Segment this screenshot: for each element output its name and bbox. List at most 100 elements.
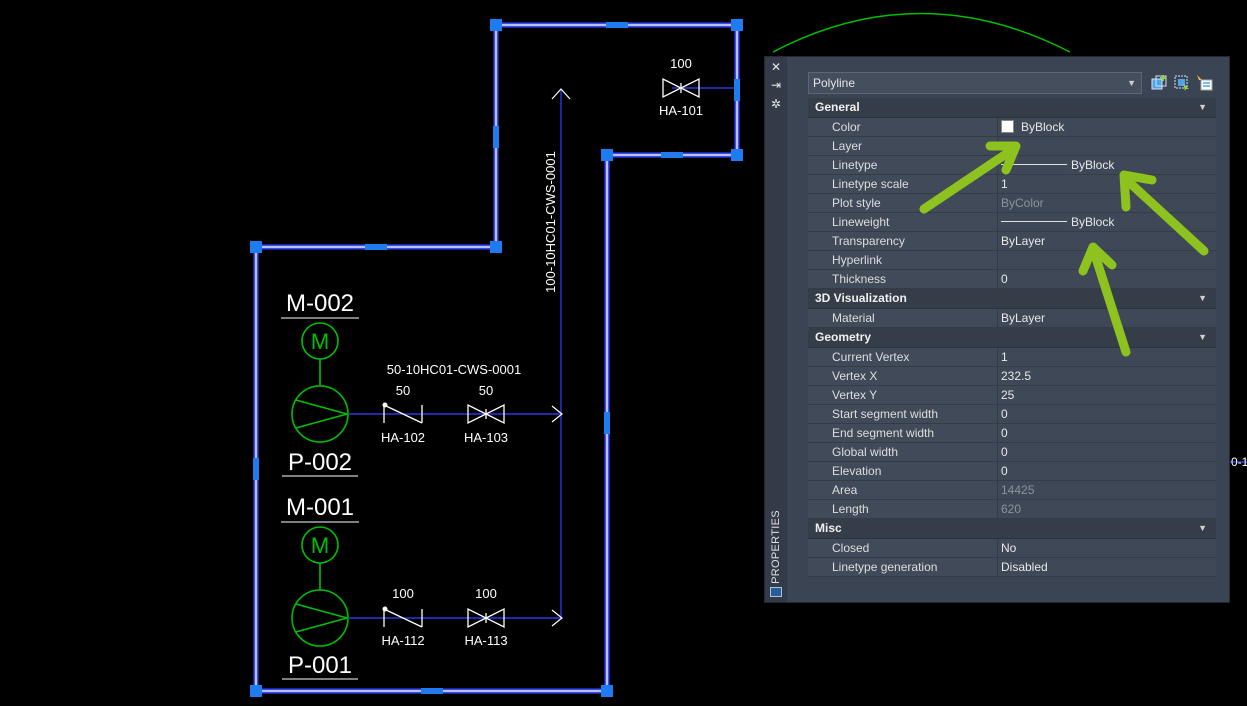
midpoint-grip [661,152,683,158]
vertex-grip [490,241,502,253]
property-row[interactable]: Hyperlink [808,251,1216,270]
property-value-text: ByColor [1001,196,1044,210]
property-label: Material [808,309,998,327]
property-value-text: ByLayer [1001,311,1046,325]
property-value[interactable] [998,137,1216,155]
property-row[interactable]: End segment width 0 [808,424,1216,443]
property-row[interactable]: Linetype scale 1 [808,175,1216,194]
property-label: Thickness [808,270,998,288]
property-value[interactable]: ByLayer [998,309,1216,327]
property-row[interactable]: Vertex Y 25 [808,386,1216,405]
property-value[interactable]: 0 [998,443,1216,461]
property-value[interactable]: No [998,539,1216,557]
category-header[interactable]: General ▼ [808,98,1216,118]
property-label: Linetype generation [808,558,998,576]
property-value[interactable]: 0 [998,462,1216,480]
property-row[interactable]: Material ByLayer [808,309,1216,328]
category-name: General [815,100,860,114]
property-label: Transparency [808,232,998,250]
toggle-pickadd-icon[interactable] [1150,74,1168,92]
select-objects-icon[interactable] [1173,74,1191,92]
property-label: Plot style [808,194,998,212]
property-value[interactable]: 14425 [998,481,1216,499]
property-value-text: 620 [1001,502,1022,516]
property-value-text: ByLayer [1001,234,1046,248]
property-row[interactable]: Linetype generation Disabled [808,558,1216,577]
category-header[interactable]: 3D Visualization ▼ [808,289,1216,309]
property-row[interactable]: Vertex X 232.5 [808,367,1216,386]
property-label: Elevation [808,462,998,480]
property-value-text: 0 [1001,445,1008,459]
valve-tag: HA-113 [464,633,507,648]
property-value[interactable]: 1 [998,348,1216,366]
property-row[interactable]: Area 14425 [808,481,1216,500]
close-icon[interactable]: ✕ [769,60,783,74]
property-value[interactable]: ByColor [998,194,1216,212]
property-value[interactable]: 620 [998,500,1216,518]
property-row[interactable]: Layer [808,137,1216,156]
property-label: Area [808,481,998,499]
object-type-dropdown[interactable]: Polyline ▼ [808,72,1142,94]
property-value[interactable]: ByBlock [998,213,1216,231]
properties-palette[interactable]: ✕ ⇥ ✲ PROPERTIES Polyline ▼ General ▼ Colo… [764,56,1230,603]
valve-tag: HA-101 [659,103,703,118]
property-value[interactable]: 25 [998,386,1216,404]
property-label: Layer [808,137,998,155]
linetype-preview [1001,164,1067,165]
property-row[interactable]: Closed No [808,539,1216,558]
property-value-text: 0 [1001,272,1008,286]
property-row[interactable]: Thickness 0 [808,270,1216,289]
property-label: Vertex Y [808,386,998,404]
palette-settings-icon[interactable]: ✲ [769,97,783,111]
property-label: Hyperlink [808,251,998,269]
color-swatch [1001,120,1014,133]
property-label: Global width [808,443,998,461]
property-value[interactable]: 0 [998,270,1216,288]
property-value[interactable]: 232.5 [998,367,1216,385]
vertex-grip [601,149,613,161]
property-row[interactable]: Global width 0 [808,443,1216,462]
valve-tag: HA-103 [464,430,508,445]
line-label: 50-10HC01-CWS-0001 [387,362,521,377]
property-row[interactable]: Linetype ByBlock [808,156,1216,175]
chevron-down-icon: ▼ [1198,523,1207,533]
green-arc [772,12,1071,53]
property-row[interactable]: Length 620 [808,500,1216,519]
property-row[interactable]: Current Vertex 1 [808,348,1216,367]
equipment-tag: M-001 [286,494,354,521]
category-header[interactable]: Geometry ▼ [808,328,1216,348]
property-value[interactable]: ByLayer [998,232,1216,250]
linetype-preview [1001,221,1067,222]
property-row[interactable]: Elevation 0 [808,462,1216,481]
property-row[interactable]: Lineweight ByBlock [808,213,1216,232]
vertex-grip [250,241,262,253]
chevron-down-icon: ▼ [1198,293,1207,303]
property-row[interactable]: Start segment width 0 [808,405,1216,424]
chevron-down-icon: ▼ [1198,332,1207,342]
property-value[interactable]: Disabled [998,558,1216,576]
quick-select-icon[interactable] [1196,74,1214,92]
vertex-grip [490,19,502,31]
property-value[interactable] [998,251,1216,269]
valve-size: 100 [475,586,497,601]
property-value-text: Disabled [1001,560,1048,574]
property-value[interactable]: ByBlock [998,156,1216,174]
property-row[interactable]: Plot style ByColor [808,194,1216,213]
property-label: Vertex X [808,367,998,385]
property-row[interactable]: Color ByBlock [808,118,1216,137]
property-value[interactable]: 1 [998,175,1216,193]
property-label: Linetype scale [808,175,998,193]
property-row[interactable]: Transparency ByLayer [808,232,1216,251]
line-label-vertical: 100-10HC01-CWS-0001 [543,151,558,293]
property-label: End segment width [808,424,998,442]
property-value[interactable]: ByBlock [998,118,1216,136]
property-value[interactable]: 0 [998,424,1216,442]
category-header[interactable]: Misc ▼ [808,519,1216,539]
properties-icon [770,587,782,597]
property-label: Current Vertex [808,348,998,366]
autohide-icon[interactable]: ⇥ [769,78,783,92]
property-value-text: ByBlock [1021,120,1065,134]
vertex-grip [731,19,743,31]
valve-size: 50 [479,383,493,398]
property-value[interactable]: 0 [998,405,1216,423]
